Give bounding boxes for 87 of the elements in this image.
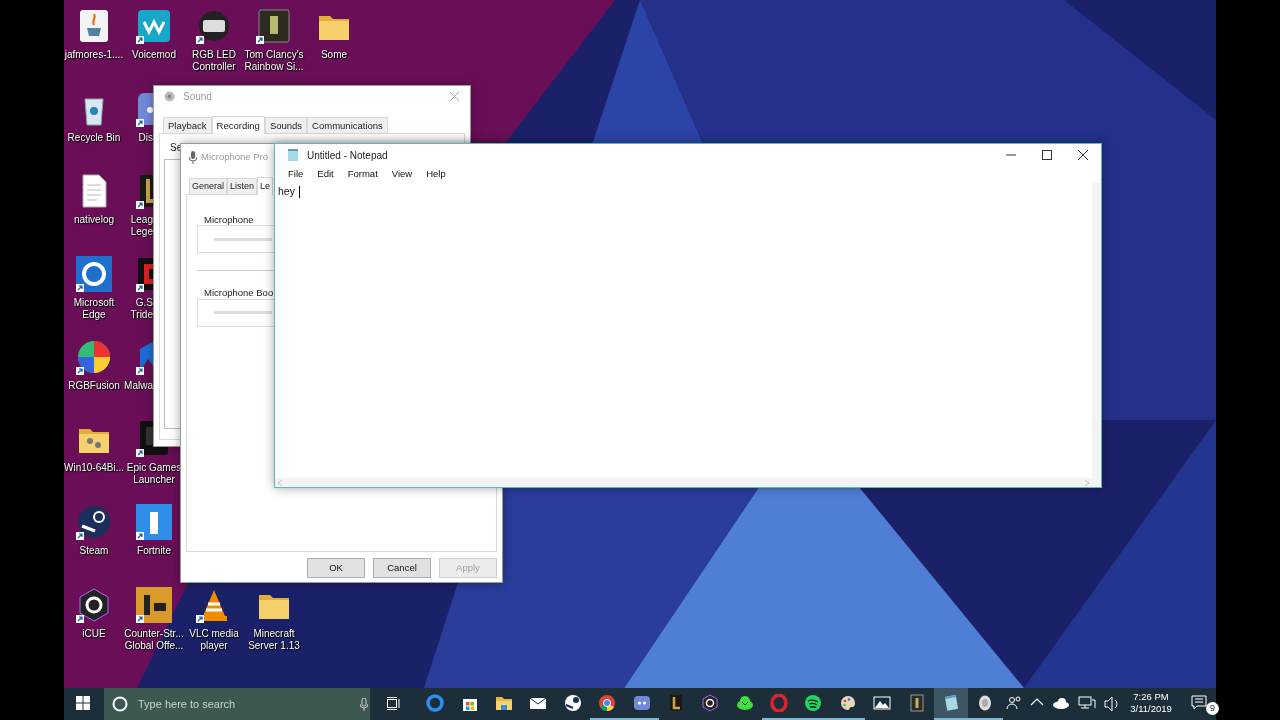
app-icon — [563, 694, 582, 712]
speaker-icon — [164, 91, 175, 102]
icon-label[interactable]: Fortnite — [137, 545, 171, 558]
app-icon — [632, 694, 651, 712]
app-icon — [701, 694, 720, 712]
icon-label[interactable]: nativelog — [74, 214, 114, 227]
app-icon[interactable] — [76, 586, 112, 623]
slider-track[interactable] — [214, 311, 272, 314]
windows-icon — [76, 696, 90, 710]
menu-item[interactable]: Help — [419, 167, 453, 182]
icon-label[interactable]: Counter-Str... Global Offe... — [124, 627, 184, 652]
close-icon — [449, 92, 459, 101]
network-icon — [1078, 695, 1096, 711]
icon-label[interactable]: VLC media player — [189, 627, 239, 652]
notepad-icon — [287, 149, 299, 161]
search-bar[interactable]: Type here to search — [104, 688, 370, 720]
clock-date: 3/11/2019 — [1130, 703, 1172, 715]
icon-label[interactable]: Dis — [138, 131, 153, 144]
icon-label[interactable]: Malwa — [124, 379, 153, 392]
slider-track[interactable] — [214, 237, 272, 241]
icon-label[interactable]: Leag Lege — [130, 214, 153, 239]
text-content: hey — [277, 184, 296, 199]
icon-label[interactable]: Win10-64Bi... — [64, 462, 124, 475]
app-icon[interactable] — [136, 8, 172, 44]
microphone-icon[interactable] — [360, 697, 368, 711]
app-icon — [598, 694, 617, 712]
window-title: Microphone Pro — [201, 149, 269, 164]
window-title: Sound — [183, 90, 212, 104]
app-icon — [804, 694, 823, 712]
icon-label[interactable]: Recycle Bin — [67, 131, 121, 144]
volume-icon — [1104, 695, 1118, 711]
tab[interactable]: Recording — [211, 116, 265, 134]
icon-label[interactable]: G.S Tride — [130, 297, 153, 322]
task-view-icon — [387, 696, 401, 710]
group-label: Microphone Boo — [203, 286, 275, 301]
icon-label[interactable]: Microsoft Edge — [73, 297, 115, 322]
menu-item[interactable]: Format — [340, 167, 385, 182]
tab[interactable]: Le — [257, 177, 274, 195]
icon-label[interactable]: RGB LED Controller — [192, 49, 236, 73]
clock[interactable]: 7:26 PM 3/11/2019 — [1124, 688, 1178, 720]
icon-label[interactable]: jafmores-1.... — [64, 49, 124, 61]
browser-icon — [426, 694, 445, 712]
taskbar-app-button[interactable] — [933, 688, 969, 720]
vertical-scrollbar[interactable] — [1092, 183, 1101, 487]
search-field[interactable]: Type here to search — [136, 694, 336, 714]
icon-label[interactable]: Some — [320, 49, 348, 61]
cloud-icon — [1052, 695, 1070, 711]
people-icon — [1006, 695, 1022, 711]
app-icon[interactable] — [76, 504, 112, 541]
mountain-icon — [873, 694, 892, 712]
icon-label[interactable]: Steam — [79, 545, 109, 558]
icon-label[interactable]: RGBFusion — [68, 379, 120, 392]
ring-icon — [770, 694, 789, 712]
tab[interactable]: Listen — [227, 178, 258, 194]
app-icon[interactable] — [136, 504, 172, 541]
microphone-icon — [189, 150, 197, 164]
icon-label[interactable]: iCUE — [82, 627, 106, 640]
ring-icon — [112, 696, 128, 712]
tab[interactable]: Sounds — [264, 117, 308, 133]
app-icon[interactable] — [76, 338, 112, 375]
app-icon[interactable] — [136, 586, 172, 623]
icon-label[interactable]: Voicemod — [132, 49, 176, 61]
browser-icon[interactable] — [76, 256, 112, 293]
folder-icon — [494, 694, 513, 712]
icon-label[interactable]: Minecraft Server 1.13 — [248, 627, 300, 652]
maximize-icon — [1042, 150, 1052, 160]
dialog-button[interactable]: Cancel — [373, 558, 431, 578]
menu-item[interactable]: File — [281, 167, 311, 182]
app-icon[interactable] — [256, 8, 292, 44]
tab[interactable]: Communications — [307, 117, 388, 133]
message-icon — [1191, 695, 1207, 711]
close-icon — [1078, 150, 1088, 160]
palette-icon — [838, 694, 857, 712]
icon-label[interactable]: Tom Clancy's Rainbow Si... — [244, 49, 304, 73]
window-title: Untitled - Notepad — [307, 148, 388, 163]
tab[interactable]: Playback — [163, 117, 212, 133]
text-caret — [298, 186, 300, 198]
dialog-button[interactable]: OK — [307, 558, 365, 578]
cloud-icon — [735, 694, 754, 712]
tab[interactable]: General — [189, 178, 228, 194]
icon-label[interactable]: Epic Games Launcher — [126, 462, 182, 487]
app-icon — [907, 694, 926, 712]
clock-time: 7:26 PM — [1133, 691, 1169, 703]
menu-item[interactable]: Edit — [310, 167, 341, 182]
notepad-icon — [942, 694, 961, 712]
menu-item[interactable]: View — [384, 167, 420, 182]
app-icon[interactable] — [196, 8, 232, 44]
